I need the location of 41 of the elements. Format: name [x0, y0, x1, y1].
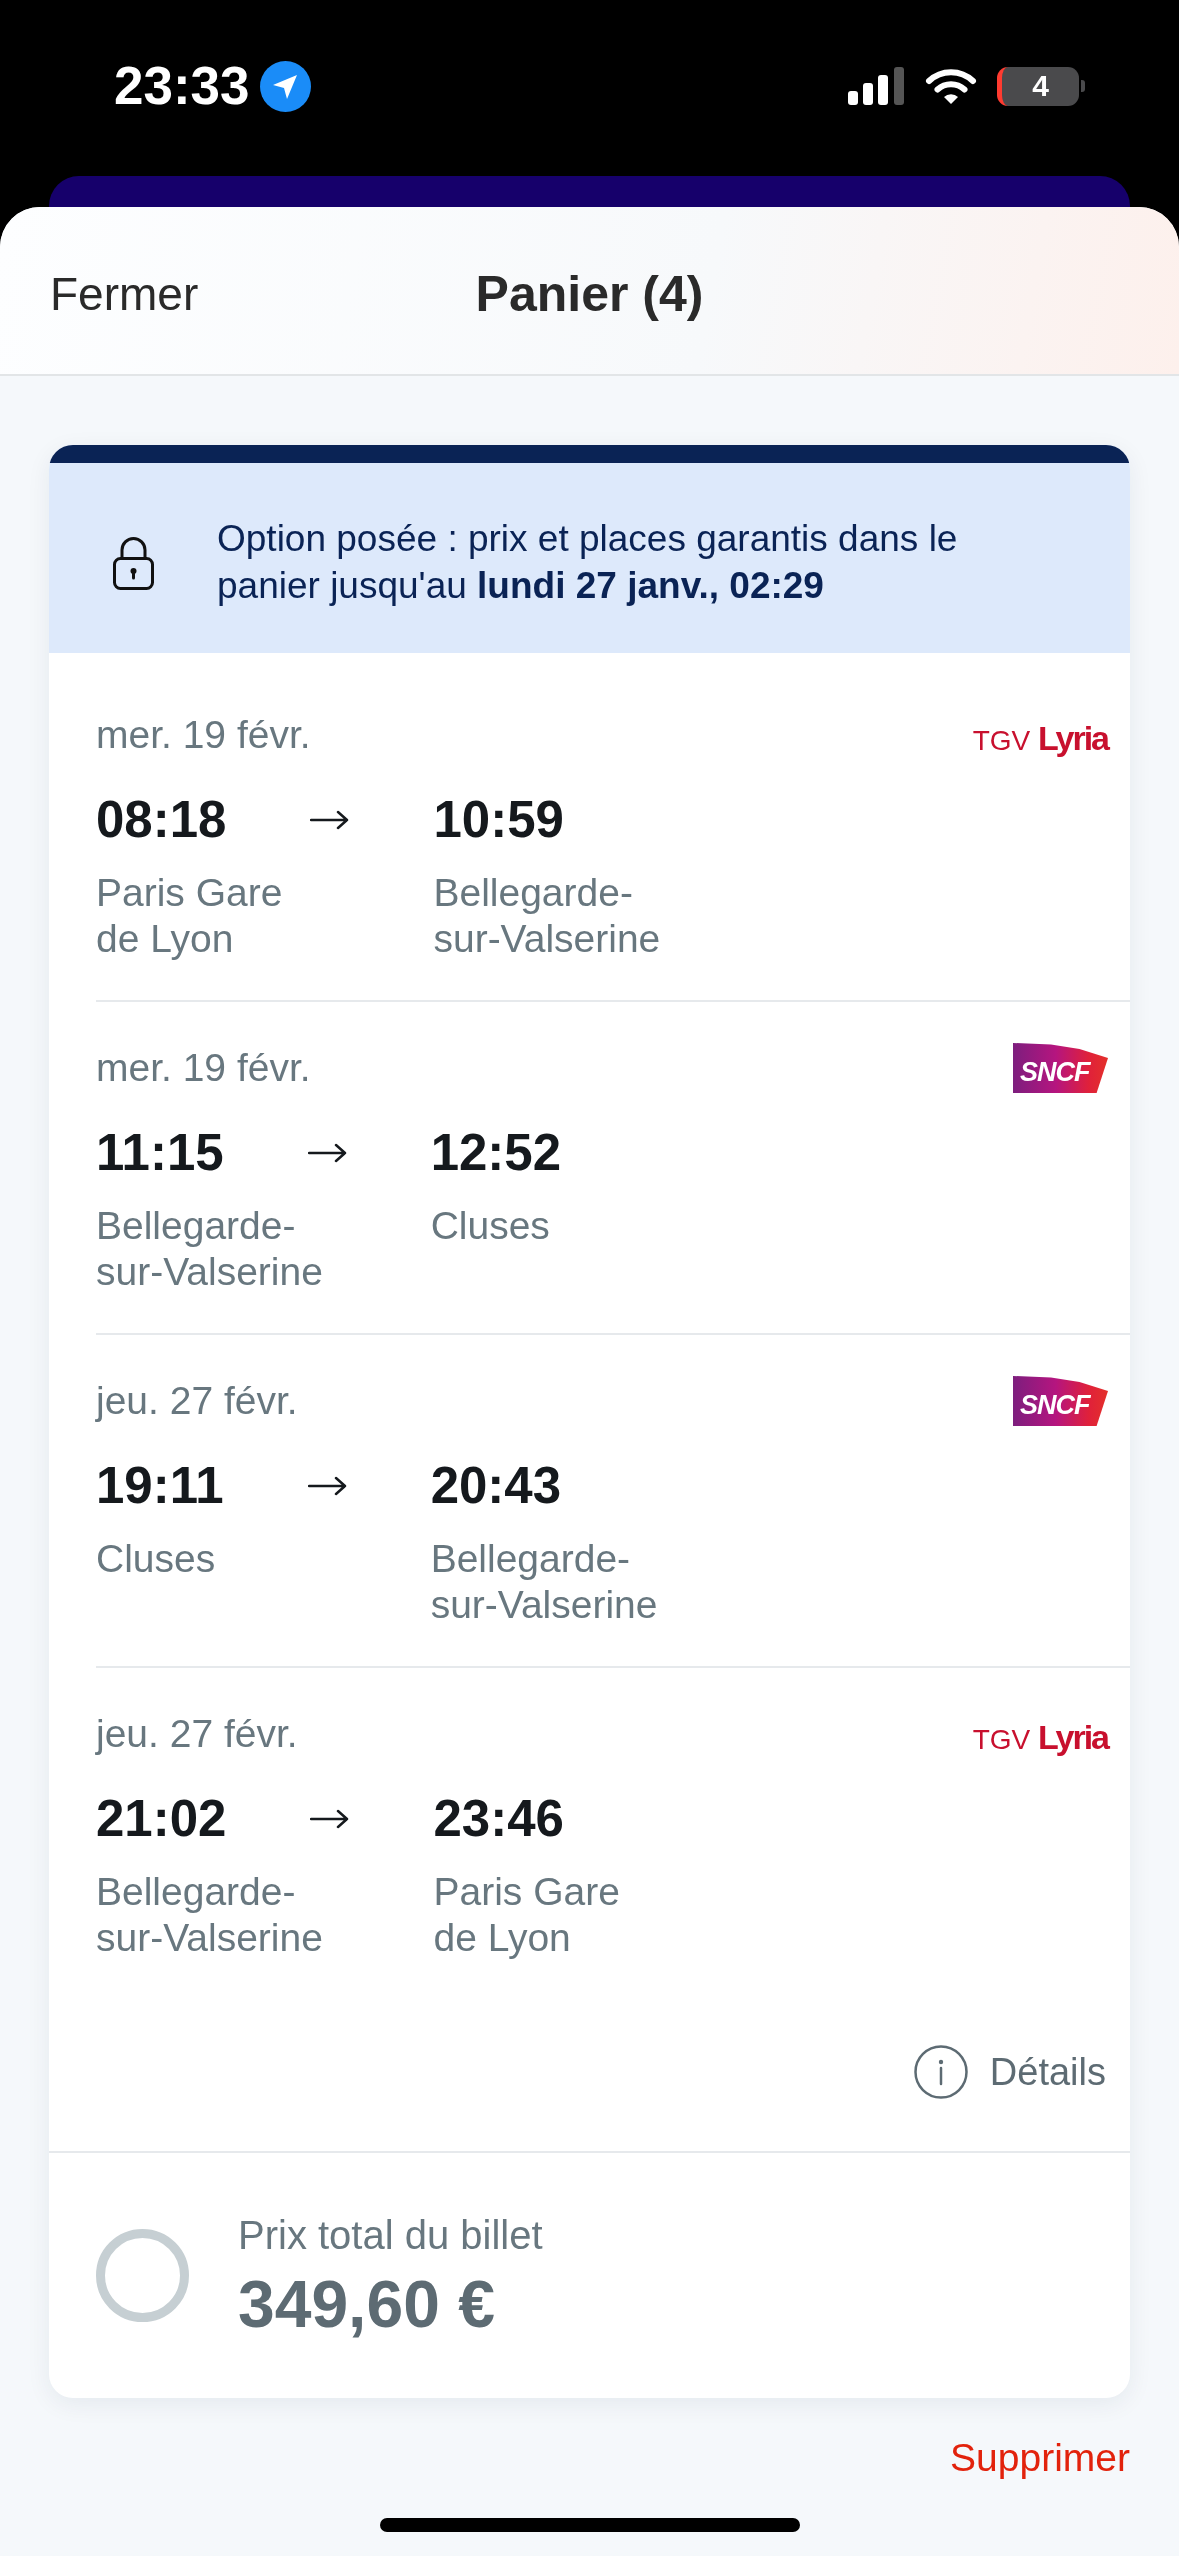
- arrival-time: 12:52: [430, 1123, 562, 1183]
- status-time: 23:33: [114, 56, 250, 116]
- departure-station: Bellegarde-sur-Valserine: [96, 1203, 324, 1295]
- arrival-time: 10:59: [433, 790, 564, 850]
- arrow-right-icon: [310, 810, 350, 830]
- battery-indicator: 4: [997, 66, 1085, 106]
- trip-date: mer. 19 févr.: [96, 713, 311, 757]
- close-button[interactable]: Fermer: [50, 265, 199, 322]
- wifi-icon: [925, 67, 977, 105]
- operator-logo: TGV Lyria: [972, 717, 1108, 759]
- total-price: 349,60 €: [238, 2268, 495, 2340]
- padlock-icon: [113, 534, 154, 590]
- arrival-station: Bellegarde-sur-Valserine: [430, 1536, 659, 1628]
- trip-date: mer. 19 févr.: [96, 1046, 311, 1090]
- operator-logo: TGV Lyria: [972, 1716, 1108, 1758]
- operator-logo: SNCF: [1013, 1043, 1108, 1093]
- banner-text: Option posée : prix et places garantis dans le panier jusqu'au lundi 27 janv., 02:29: [217, 517, 959, 608]
- arrow-right-icon: [310, 1809, 350, 1829]
- arrival-time: 20:43: [430, 1456, 562, 1516]
- details-button[interactable]: Détails: [913, 2045, 1106, 2099]
- departure-time: 08:18: [96, 790, 227, 850]
- trip-date: jeu. 27 févr.: [96, 1379, 298, 1423]
- arrival-station: Bellegarde-sur-Valserine: [433, 870, 662, 962]
- arrival-station: Paris Gare de Lyon: [433, 1869, 621, 1961]
- operator-logo: SNCF: [1013, 1376, 1108, 1426]
- departure-time: 21:02: [96, 1789, 227, 1849]
- departure-time: 11:15: [96, 1123, 224, 1183]
- departure-station: Cluses: [96, 1536, 217, 1582]
- info-icon: [913, 2045, 968, 2099]
- arrow-right-icon: [307, 1143, 347, 1163]
- trip-date: jeu. 27 févr.: [96, 1712, 298, 1756]
- total-label: Prix total du billet: [238, 2212, 543, 2259]
- delete-button[interactable]: Supprimer: [950, 2434, 1130, 2482]
- signal-icon: [848, 67, 905, 105]
- arrow-right-icon: [307, 1476, 347, 1496]
- departure-station: Paris Gare de Lyon: [96, 870, 284, 962]
- departure-station: Bellegarde-sur-Valserine: [96, 1869, 324, 1961]
- arrival-time: 23:46: [433, 1789, 564, 1849]
- sheet-title: Panier (4): [475, 264, 704, 324]
- arrival-station: Cluses: [430, 1203, 550, 1249]
- departure-time: 19:11: [96, 1456, 224, 1516]
